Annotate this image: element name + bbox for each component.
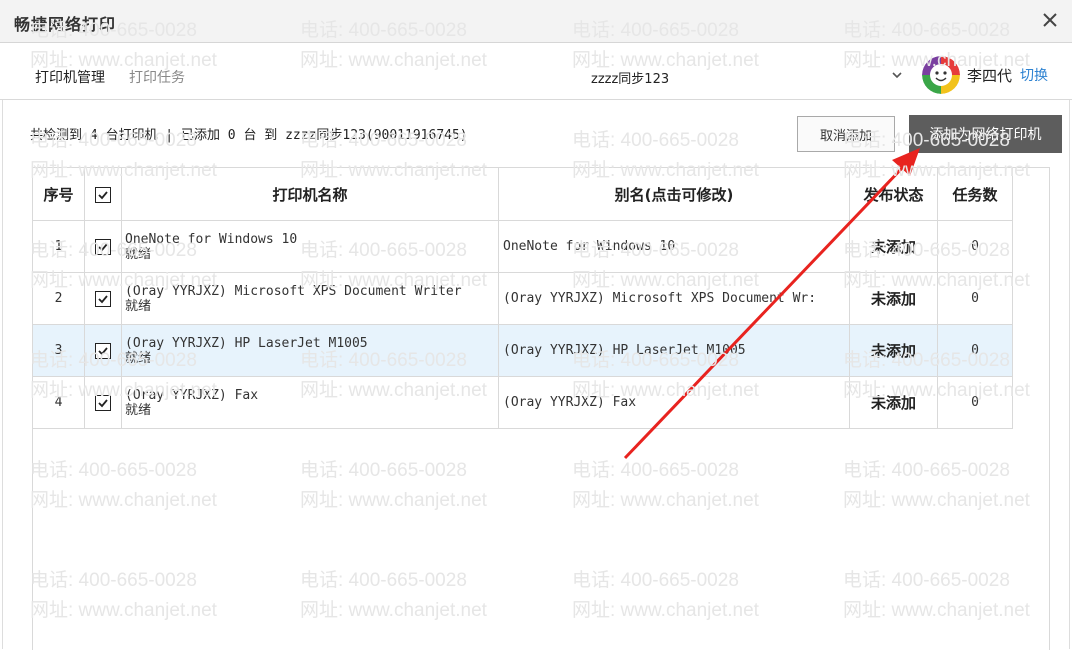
row-publish-status: 未添加 [849,376,938,429]
row-publish-status: 未添加 [849,324,938,377]
checkbox-checked-icon[interactable] [95,290,111,307]
header-alias: 别名(点击可修改) [498,167,850,221]
row-check-cell [84,220,122,273]
checkbox-checked-icon[interactable] [95,238,111,255]
close-icon[interactable] [1038,8,1062,32]
header-publish-status: 发布状态 [849,167,938,221]
switch-account-link[interactable]: 切换 [1020,65,1048,85]
row-task-count: 0 [937,272,1013,325]
row-num: 2 [32,272,85,325]
table-row[interactable]: 1 OneNote for Windows 10 就绪 OneNote for W… [32,220,1013,273]
checkbox-checked-icon[interactable] [95,394,111,411]
row-task-count: 0 [937,324,1013,377]
row-check-cell [84,272,122,325]
row-alias[interactable]: (Oray YYRJXZ) Microsoft XPS Document Wr: [498,272,850,325]
tab-printer-management[interactable]: 打印机管理 [35,67,105,87]
header-num: 序号 [32,167,85,221]
table-row[interactable]: 4 (Oray YYRJXZ) Fax 就绪 (Oray YYRJXZ) Fax … [32,376,1013,429]
checkbox-checked-icon[interactable] [95,342,111,359]
header-printer-name: 打印机名称 [121,167,499,221]
row-check-cell [84,324,122,377]
printer-status: 就绪 [125,350,152,366]
chevron-down-icon[interactable] [890,67,904,81]
printer-status: 就绪 [125,298,152,314]
avatar-icon[interactable] [922,56,960,94]
printer-status: 就绪 [125,402,152,418]
add-network-printer-button[interactable]: 添加为网络打印机 [909,115,1062,153]
table-row[interactable]: 2 (Oray YYRJXZ) Microsoft XPS Document W… [32,272,1013,325]
cancel-add-button[interactable]: 取消添加 [797,116,895,152]
row-printer-name: (Oray YYRJXZ) Microsoft XPS Document Wri… [121,272,499,325]
account-name: zzzz同步123 [591,72,670,87]
row-num: 4 [32,376,85,429]
row-printer-name: OneNote for Windows 10 就绪 [121,220,499,273]
printer-table: 序号 打印机名称 别名(点击可修改) 发布状态 任务数 1 OneNote fo… [32,167,1013,429]
header-select-all [84,167,122,221]
row-publish-status: 未添加 [849,272,938,325]
row-alias[interactable]: OneNote for Windows 10 [498,220,850,273]
user-name: 李四代 [967,67,1013,85]
row-num: 3 [32,324,85,377]
row-printer-name: (Oray YYRJXZ) HP LaserJet M1005 就绪 [121,324,499,377]
window-title: 畅捷网络打印 [14,15,117,34]
header-task-count: 任务数 [937,167,1013,221]
row-task-count: 0 [937,220,1013,273]
printer-name: OneNote for Windows 10 [125,231,298,247]
title-bar: 畅捷网络打印 [0,0,1072,43]
row-alias[interactable]: (Oray YYRJXZ) HP LaserJet M1005 [498,324,850,377]
row-publish-status: 未添加 [849,220,938,273]
top-nav: 打印机管理 打印任务 zzzz同步123 李四代 切换 [0,43,1072,100]
printer-name: (Oray YYRJXZ) HP LaserJet M1005 [125,335,368,351]
row-alias[interactable]: (Oray YYRJXZ) Fax [498,376,850,429]
table-row[interactable]: 3 (Oray YYRJXZ) HP LaserJet M1005 就绪 (Ora… [32,324,1013,377]
row-task-count: 0 [937,376,1013,429]
printer-status: 就绪 [125,246,152,262]
row-printer-name: (Oray YYRJXZ) Fax 就绪 [121,376,499,429]
table-header-row: 序号 打印机名称 别名(点击可修改) 发布状态 任务数 [32,167,1013,221]
detect-summary: 共检测到 4 台打印机 | 已添加 0 台 到 zzzz同步123(900119… [30,128,468,143]
tab-print-tasks[interactable]: 打印任务 [129,67,185,87]
printer-name: (Oray YYRJXZ) Microsoft XPS Document Wri… [125,283,462,299]
checkbox-checked-icon[interactable] [95,186,111,203]
row-check-cell [84,376,122,429]
row-num: 1 [32,220,85,273]
printer-name: (Oray YYRJXZ) Fax [125,387,259,403]
